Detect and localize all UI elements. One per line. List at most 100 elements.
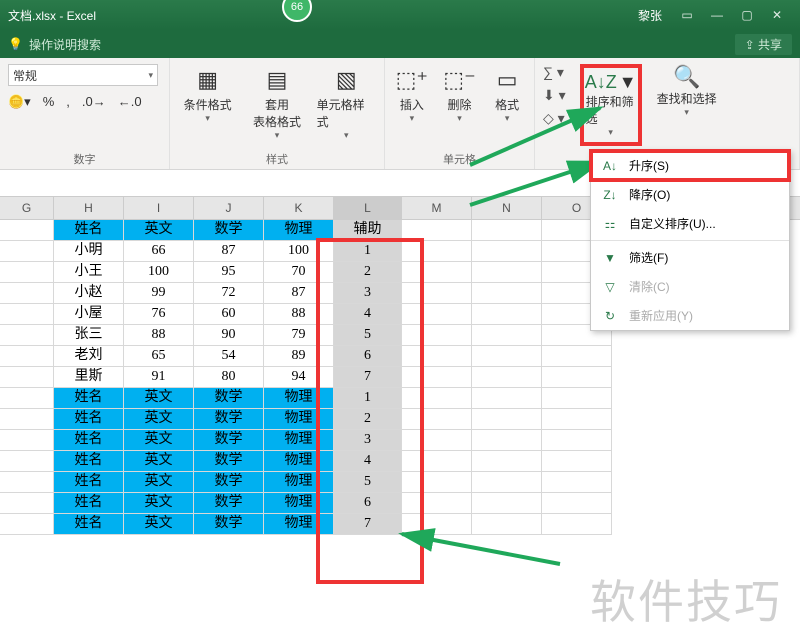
- cell[interactable]: 72: [194, 283, 264, 304]
- share-button[interactable]: ⇪ 共享: [735, 34, 792, 55]
- cell[interactable]: [402, 514, 472, 535]
- cell[interactable]: [0, 304, 54, 325]
- cell[interactable]: 94: [264, 367, 334, 388]
- cell[interactable]: [472, 241, 542, 262]
- cell[interactable]: 小王: [54, 262, 124, 283]
- cell[interactable]: 数学: [194, 493, 264, 514]
- cell[interactable]: [0, 472, 54, 493]
- menu-filter[interactable]: ▼ 筛选(F): [591, 243, 789, 272]
- cell[interactable]: 88: [264, 304, 334, 325]
- maximize-icon[interactable]: ▢: [732, 8, 762, 22]
- cell[interactable]: 数学: [194, 451, 264, 472]
- cell[interactable]: 小屋: [54, 304, 124, 325]
- cell[interactable]: [402, 367, 472, 388]
- cell[interactable]: 张三: [54, 325, 124, 346]
- cell[interactable]: [402, 220, 472, 241]
- cell[interactable]: 1: [334, 241, 402, 262]
- menu-custom-sort[interactable]: ⚏ 自定义排序(U)...: [591, 209, 789, 238]
- cell[interactable]: [542, 472, 612, 493]
- cell[interactable]: 5: [334, 325, 402, 346]
- cell[interactable]: [472, 472, 542, 493]
- sort-filter-button[interactable]: A↓Z ▼ 排序和筛选 ▾: [580, 64, 642, 146]
- cell[interactable]: 3: [334, 283, 402, 304]
- cell[interactable]: 物理: [264, 451, 334, 472]
- cell[interactable]: 2: [334, 262, 402, 283]
- cell[interactable]: [472, 514, 542, 535]
- cell[interactable]: 小赵: [54, 283, 124, 304]
- table-row[interactable]: 姓名英文数学物理6: [0, 493, 800, 514]
- col-header-M[interactable]: M: [402, 197, 472, 219]
- autosum-icon[interactable]: ∑ ▾: [543, 64, 566, 81]
- ribbon-display-icon[interactable]: ▭: [672, 8, 702, 22]
- table-row[interactable]: 姓名英文数学物理2: [0, 409, 800, 430]
- cell[interactable]: 87: [264, 283, 334, 304]
- cell[interactable]: 1: [334, 388, 402, 409]
- cell[interactable]: [0, 388, 54, 409]
- insert-button[interactable]: ⬚⁺ 插入 ▾: [393, 64, 431, 124]
- menu-reapply[interactable]: ↻ 重新应用(Y): [591, 301, 789, 330]
- cell[interactable]: 99: [124, 283, 194, 304]
- cell[interactable]: 小明: [54, 241, 124, 262]
- table-row[interactable]: 姓名英文数学物理4: [0, 451, 800, 472]
- cell[interactable]: 物理: [264, 220, 334, 241]
- cell[interactable]: 物理: [264, 388, 334, 409]
- cell[interactable]: [0, 346, 54, 367]
- menu-sort-desc[interactable]: Z↓ 降序(O): [591, 180, 789, 209]
- cell[interactable]: 6: [334, 346, 402, 367]
- tell-me-bar[interactable]: 💡 操作说明搜索 ⇪ 共享: [0, 30, 800, 58]
- cell[interactable]: 英文: [124, 220, 194, 241]
- col-header-N[interactable]: N: [472, 197, 542, 219]
- format-button[interactable]: ▭ 格式 ▾: [488, 64, 526, 124]
- col-header-K[interactable]: K: [264, 197, 334, 219]
- currency-icon[interactable]: 🪙▾: [8, 94, 31, 110]
- cell[interactable]: [402, 409, 472, 430]
- cell[interactable]: 物理: [264, 472, 334, 493]
- user-name[interactable]: 黎张: [638, 7, 662, 24]
- cell[interactable]: 物理: [264, 430, 334, 451]
- cell[interactable]: [402, 472, 472, 493]
- cell[interactable]: [0, 325, 54, 346]
- cell-styles-button[interactable]: ▧ 单元格样式 ▾: [317, 64, 376, 141]
- cell[interactable]: 95: [194, 262, 264, 283]
- cell[interactable]: 7: [334, 367, 402, 388]
- delete-button[interactable]: ⬚⁻ 删除 ▾: [441, 64, 479, 124]
- table-format-button[interactable]: ▤ 套用 表格格式 ▾: [247, 64, 306, 141]
- table-row[interactable]: 老刘6554896: [0, 346, 800, 367]
- menu-clear[interactable]: ▽ 清除(C): [591, 272, 789, 301]
- fill-icon[interactable]: ⬇ ▾: [543, 87, 566, 104]
- cell[interactable]: 80: [194, 367, 264, 388]
- number-format-combo[interactable]: 常规 ▾: [8, 64, 158, 86]
- cell[interactable]: [402, 430, 472, 451]
- cell[interactable]: [402, 241, 472, 262]
- cell[interactable]: [0, 220, 54, 241]
- cell[interactable]: [402, 283, 472, 304]
- cell[interactable]: 91: [124, 367, 194, 388]
- table-row[interactable]: 姓名英文数学物理7: [0, 514, 800, 535]
- cell[interactable]: 物理: [264, 409, 334, 430]
- cell[interactable]: 辅助: [334, 220, 402, 241]
- cell[interactable]: [402, 304, 472, 325]
- cell[interactable]: 英文: [124, 514, 194, 535]
- cell[interactable]: 6: [334, 493, 402, 514]
- cell[interactable]: [0, 241, 54, 262]
- cell[interactable]: [0, 283, 54, 304]
- cell[interactable]: [402, 346, 472, 367]
- col-header-J[interactable]: J: [194, 197, 264, 219]
- decrease-decimal-icon[interactable]: ←.0: [118, 94, 142, 110]
- cell[interactable]: 88: [124, 325, 194, 346]
- cell[interactable]: 英文: [124, 451, 194, 472]
- cell[interactable]: [402, 262, 472, 283]
- cell[interactable]: 姓名: [54, 430, 124, 451]
- cell[interactable]: [542, 430, 612, 451]
- cell[interactable]: [542, 514, 612, 535]
- cell[interactable]: 数学: [194, 409, 264, 430]
- cell[interactable]: 老刘: [54, 346, 124, 367]
- cell[interactable]: 数学: [194, 388, 264, 409]
- cell[interactable]: 100: [124, 262, 194, 283]
- cell[interactable]: 英文: [124, 388, 194, 409]
- find-select-button[interactable]: 🔍 查找和选择 ▾: [656, 64, 718, 118]
- cell[interactable]: [0, 430, 54, 451]
- cell[interactable]: [472, 325, 542, 346]
- cell[interactable]: [402, 493, 472, 514]
- cell[interactable]: [542, 451, 612, 472]
